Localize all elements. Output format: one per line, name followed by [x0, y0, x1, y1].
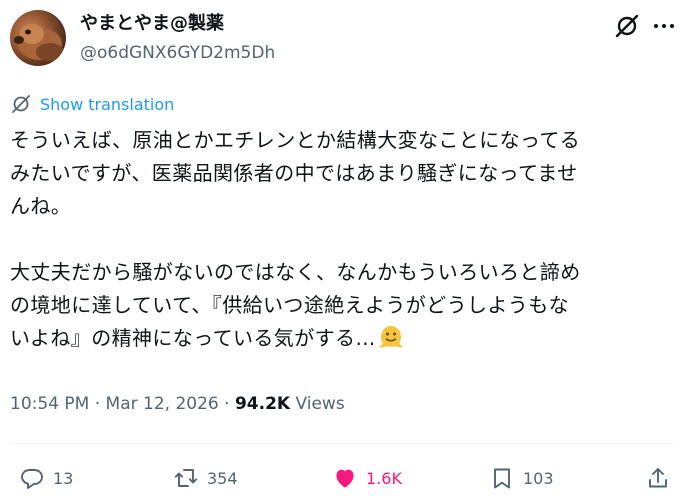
- tweet-text-last-line: いよね』の精神になっている気がする…: [10, 322, 678, 355]
- heart-icon: [336, 469, 354, 488]
- views-label: Views: [295, 394, 345, 414]
- grok-icon[interactable]: [613, 12, 641, 40]
- like-button[interactable]: 1.6K: [333, 460, 402, 496]
- author-handle[interactable]: @o6dGNX6GYD2m5Dh: [80, 42, 275, 64]
- author-display-name[interactable]: やまとやま@製薬: [80, 12, 224, 36]
- tweet-text-line: そういえば、原油とかエチレンとか結構大変なことになってる: [10, 128, 581, 152]
- more-icon[interactable]: [650, 12, 678, 40]
- tweet-text-line: みたいですが、医薬品関係者の中ではあまり騒ぎになってませ: [10, 161, 578, 185]
- bookmark-count: 103: [523, 468, 554, 488]
- tweet-text-line: いよね』の精神になっている気がする…: [10, 326, 376, 350]
- reply-count: 13: [53, 468, 74, 488]
- reply-icon: [21, 469, 43, 489]
- tweet-meta: 10:54 PM · Mar 12, 2026 · 94.2K Views: [10, 392, 345, 416]
- translate-icon: [12, 95, 30, 113]
- divider: [10, 443, 674, 444]
- tweet-text-line: んね。: [10, 194, 72, 218]
- tweet-time[interactable]: 10:54 PM: [10, 394, 89, 414]
- melting-face-emoji: [378, 326, 403, 348]
- bookmark-button[interactable]: 103: [490, 460, 554, 496]
- meta-separator: ·: [224, 394, 230, 414]
- share-button[interactable]: [646, 460, 670, 496]
- tweet-text-line: の境地に達していて、『供給いつ途絶えようがどうしようもな: [10, 293, 569, 317]
- avatar[interactable]: [10, 10, 66, 66]
- meta-separator: ·: [94, 394, 101, 414]
- action-bar: 13 354 1.6K 103: [0, 460, 684, 496]
- share-icon: [649, 468, 667, 488]
- tweet-date[interactable]: Mar 12, 2026: [106, 394, 219, 414]
- tweet-text: そういえば、原油とかエチレンとか結構大変なことになってる みたいですが、医薬品関…: [10, 124, 678, 355]
- repost-button[interactable]: 354: [174, 460, 238, 496]
- show-translation-label: Show translation: [40, 94, 175, 114]
- like-count: 1.6K: [366, 468, 402, 488]
- bookmark-icon: [494, 468, 510, 489]
- tweet-text-blank-line: [10, 223, 678, 256]
- show-translation-link[interactable]: Show translation: [10, 93, 174, 115]
- views-count[interactable]: 94.2K: [235, 394, 290, 414]
- repost-icon: [174, 469, 198, 487]
- reply-button[interactable]: 13: [20, 460, 73, 496]
- tweet-text-line: 大丈夫だから騒がないのではなく、なんかもういろいろと諦め: [10, 260, 581, 284]
- tweet-header: やまとやま@製薬 @o6dGNX6GYD2m5Dh: [0, 0, 684, 80]
- repost-count: 354: [207, 468, 238, 488]
